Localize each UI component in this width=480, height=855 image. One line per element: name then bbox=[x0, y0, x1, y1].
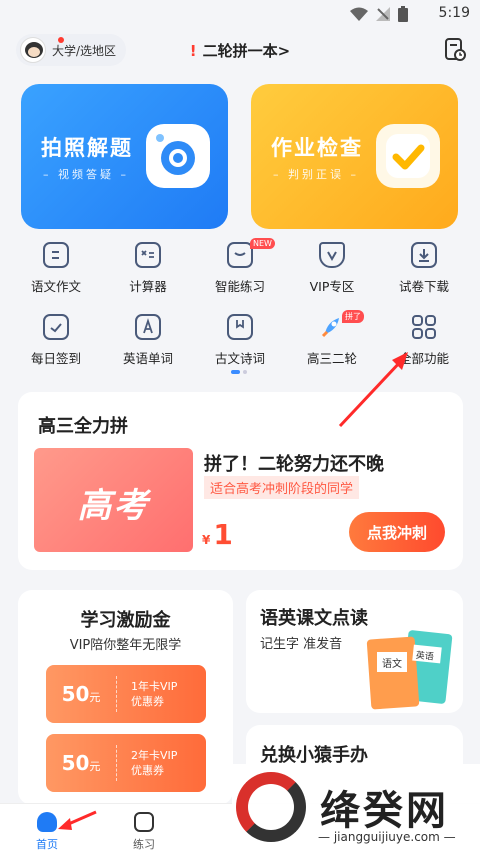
promo-price: ¥1 bbox=[202, 518, 233, 551]
gaokao-banner: 高考 bbox=[34, 448, 193, 552]
apps-grid-icon bbox=[411, 314, 437, 340]
watermark-name: 绛癸网 bbox=[320, 788, 449, 834]
schedule-book-icon[interactable] bbox=[444, 38, 466, 62]
essay-icon bbox=[43, 242, 69, 268]
app-header: 大学/选地区 ! 二轮拼一本> bbox=[0, 32, 480, 70]
badge-pinle: 拼了 bbox=[342, 310, 364, 323]
grid-label: 智能练习 bbox=[214, 279, 265, 294]
coupon-unit: 元 bbox=[89, 760, 101, 773]
status-bar: 5:19 bbox=[0, 0, 480, 28]
tab-label: 练习 bbox=[133, 838, 155, 851]
reading-subtitle: 记生字 准发音 bbox=[260, 637, 343, 652]
exclamation-icon: ! bbox=[189, 42, 197, 60]
grid-label: 英语单词 bbox=[122, 351, 173, 366]
grid-label: 语文作文 bbox=[30, 279, 81, 294]
coupon-desc: 2年卡VIP 优惠券 bbox=[117, 748, 177, 778]
battery-icon bbox=[398, 6, 408, 22]
check-icon bbox=[376, 124, 440, 188]
watermark: 绛癸网 — jiangguijiuye.com — bbox=[232, 764, 480, 855]
reading-card[interactable]: 语英课文点读 记生字 准发音 语文 英语 bbox=[246, 590, 463, 713]
grid-item-calculator[interactable]: 计算器 bbox=[100, 242, 196, 295]
card-subtitle: – 判别正误 – bbox=[273, 168, 359, 181]
grid-item-vip[interactable]: VIP专区 bbox=[284, 242, 380, 295]
grid-label: 高三二轮 bbox=[306, 351, 357, 366]
practice-tab-icon bbox=[134, 812, 154, 832]
grid-label: VIP专区 bbox=[309, 279, 355, 294]
sprint-button[interactable]: 点我冲刺 bbox=[349, 512, 445, 552]
card-title: 拍照解题 bbox=[41, 136, 133, 160]
wifi-icon bbox=[350, 7, 368, 21]
promo-headline: 拼了！二轮努力还不晚 bbox=[204, 454, 384, 475]
home-icon bbox=[37, 812, 57, 832]
coupon-amount: 50 bbox=[61, 751, 90, 775]
price-value: 1 bbox=[213, 518, 233, 551]
clock: 5:19 bbox=[438, 5, 470, 21]
grid-label: 全部功能 bbox=[398, 351, 449, 366]
grid-item-checkin[interactable]: 每日签到 bbox=[8, 314, 104, 367]
grid-item-essay[interactable]: 语文作文 bbox=[8, 242, 104, 295]
grid-item-download[interactable]: 试卷下载 bbox=[376, 242, 472, 295]
grid-item-poetry[interactable]: 古文诗词 bbox=[192, 314, 288, 367]
grid-item-words[interactable]: 英语单词 bbox=[100, 314, 196, 367]
new-badge: NEW bbox=[250, 238, 275, 249]
tab-practice[interactable]: 练习 bbox=[114, 812, 174, 852]
camera-icon bbox=[146, 124, 210, 188]
grid-item-all-functions[interactable]: 全部功能 bbox=[376, 314, 472, 367]
watermark-url: — jiangguijiuye.com — bbox=[318, 830, 456, 844]
tab-label: 首页 bbox=[36, 838, 58, 851]
promo-tag: 适合高考冲刺阶段的同学 bbox=[204, 476, 360, 499]
page-indicator bbox=[231, 370, 247, 374]
coupon-line1: 1年卡VIP bbox=[131, 680, 178, 693]
senior-promo-card[interactable]: 高三全力拼 高考 拼了！二轮努力还不晚 适合高考冲刺阶段的同学 ¥1 点我冲刺 bbox=[18, 392, 463, 570]
calculator-icon bbox=[135, 242, 161, 268]
card-title: 作业检查 bbox=[271, 136, 363, 160]
card-subtitle: – 视频答疑 – bbox=[43, 168, 129, 181]
coupon-value: 50元 bbox=[46, 751, 116, 775]
page-title-text: 二轮拼一本> bbox=[202, 42, 291, 60]
grid-item-senior-round[interactable]: 拼了高三二轮 bbox=[284, 310, 380, 367]
incentive-title: 学习激励金 bbox=[80, 610, 171, 631]
coupon-1yr[interactable]: 50元 1年卡VIP 优惠券 bbox=[46, 665, 206, 723]
coupon-value: 50元 bbox=[46, 682, 116, 706]
grid-label: 试卷下载 bbox=[398, 279, 449, 294]
banner-text: 高考 bbox=[77, 486, 150, 526]
coupon-2yr[interactable]: 50元 2年卡VIP 优惠券 bbox=[46, 734, 206, 792]
incentive-card[interactable]: 学习激励金 VIP陪你整年无限学 50元 1年卡VIP 优惠券 50元 2年卡VI… bbox=[18, 590, 233, 805]
promo-heading: 高三全力拼 bbox=[38, 416, 128, 437]
currency: ¥ bbox=[202, 533, 211, 547]
grid-label: 每日签到 bbox=[30, 351, 81, 366]
photo-solve-card[interactable]: 拍照解题 – 视频答疑 – bbox=[21, 84, 228, 229]
vip-icon bbox=[319, 242, 345, 268]
grid-label: 古文诗词 bbox=[214, 351, 265, 366]
bookmark-icon bbox=[227, 314, 253, 340]
coupon-unit: 元 bbox=[89, 691, 101, 704]
tab-home[interactable]: 首页 bbox=[17, 812, 77, 852]
reading-title: 语英课文点读 bbox=[260, 608, 368, 629]
coupon-line2: 优惠券 bbox=[131, 695, 164, 708]
calendar-check-icon bbox=[43, 314, 69, 340]
page-title[interactable]: ! 二轮拼一本> bbox=[0, 40, 480, 61]
grid-label: 计算器 bbox=[129, 279, 167, 294]
coupon-line1: 2年卡VIP bbox=[131, 749, 178, 762]
letter-a-icon bbox=[135, 314, 161, 340]
grid-item-smart-practice[interactable]: NEW 智能练习 bbox=[192, 238, 288, 295]
homework-check-card[interactable]: 作业检查 – 判别正误 – bbox=[251, 84, 458, 229]
download-icon bbox=[411, 242, 437, 268]
coupon-desc: 1年卡VIP 优惠券 bbox=[117, 679, 177, 709]
coupon-amount: 50 bbox=[61, 682, 90, 706]
book-label-chinese: 语文 bbox=[382, 657, 402, 670]
incentive-subtitle: VIP陪你整年无限学 bbox=[69, 638, 182, 653]
no-signal-icon bbox=[376, 7, 390, 21]
coupon-line2: 优惠券 bbox=[131, 764, 164, 777]
watermark-logo-icon bbox=[236, 772, 306, 842]
books-illustration: 语文 英语 bbox=[366, 630, 453, 710]
